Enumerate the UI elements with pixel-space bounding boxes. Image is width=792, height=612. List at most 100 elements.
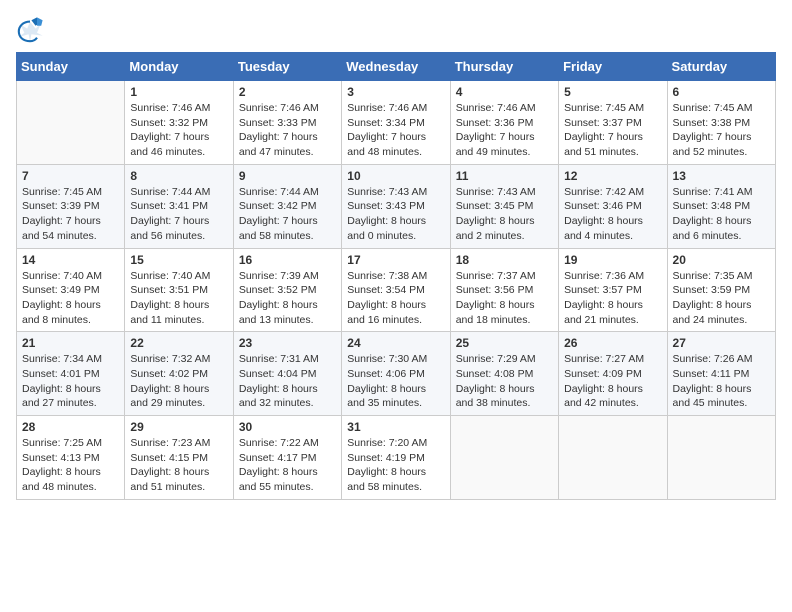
day-number: 29 [130, 420, 227, 434]
calendar-week-4: 28Sunrise: 7:25 AMSunset: 4:13 PMDayligh… [17, 416, 776, 500]
calendar-cell [559, 416, 667, 500]
day-number: 27 [673, 336, 770, 350]
day-number: 26 [564, 336, 661, 350]
day-number: 1 [130, 85, 227, 99]
calendar-cell: 28Sunrise: 7:25 AMSunset: 4:13 PMDayligh… [17, 416, 125, 500]
header-wednesday: Wednesday [342, 53, 450, 81]
header-tuesday: Tuesday [233, 53, 341, 81]
day-number: 14 [22, 253, 119, 267]
day-info: Sunrise: 7:40 AMSunset: 3:49 PMDaylight:… [22, 269, 119, 328]
calendar-cell: 25 Sunrise: 7:29 AMSunset: 4:08 PMDayligh… [450, 332, 558, 416]
day-number: 23 [239, 336, 336, 350]
day-info: Sunrise: 7:44 AMSunset: 3:42 PMDaylight:… [239, 185, 336, 244]
calendar-cell: 10Sunrise: 7:43 AMSunset: 3:43 PMDayligh… [342, 164, 450, 248]
calendar-cell: 3 Sunrise: 7:46 AMSunset: 3:34 PMDaylight… [342, 81, 450, 165]
calendar-header-row: SundayMondayTuesdayWednesdayThursdayFrid… [17, 53, 776, 81]
day-number: 28 [22, 420, 119, 434]
day-info: Sunrise: 7:35 AMSunset: 3:59 PMDaylight:… [673, 269, 770, 328]
day-number: 30 [239, 420, 336, 434]
calendar-cell [450, 416, 558, 500]
calendar-week-2: 14 Sunrise: 7:40 AMSunset: 3:49 PMDayligh… [17, 248, 776, 332]
calendar-cell: 23 Sunrise: 7:31 AMSunset: 4:04 PMDayligh… [233, 332, 341, 416]
calendar-cell: 19 Sunrise: 7:36 AMSunset: 3:57 PMDayligh… [559, 248, 667, 332]
day-info: Sunrise: 7:34 AMSunset: 4:01 PMDaylight:… [22, 352, 119, 411]
calendar-cell: 21 Sunrise: 7:34 AMSunset: 4:01 PMDayligh… [17, 332, 125, 416]
day-number: 15 [130, 253, 227, 267]
day-number: 18 [456, 253, 553, 267]
logo-icon [16, 16, 44, 44]
day-number: 21 [22, 336, 119, 350]
day-number: 13 [673, 169, 770, 183]
day-info: Sunrise: 7:42 AMSunset: 3:46 PMDaylight:… [564, 185, 661, 244]
day-info: Sunrise: 7:43 AMSunset: 3:45 PMDaylight:… [456, 185, 553, 244]
day-info: Sunrise: 7:31 AMSunset: 4:04 PMDaylight:… [239, 352, 336, 411]
calendar-cell: 1Sunrise: 7:46 AMSunset: 3:32 PMDaylight… [125, 81, 233, 165]
day-number: 7 [22, 169, 119, 183]
day-info: Sunrise: 7:32 AMSunset: 4:02 PMDaylight:… [130, 352, 227, 411]
day-info: Sunrise: 7:37 AMSunset: 3:56 PMDaylight:… [456, 269, 553, 328]
day-number: 2 [239, 85, 336, 99]
calendar-cell: 17Sunrise: 7:38 AMSunset: 3:54 PMDayligh… [342, 248, 450, 332]
header-thursday: Thursday [450, 53, 558, 81]
calendar-body: 1Sunrise: 7:46 AMSunset: 3:32 PMDaylight… [17, 81, 776, 500]
day-info: Sunrise: 7:46 AMSunset: 3:34 PMDaylight:… [347, 101, 444, 160]
calendar-cell [17, 81, 125, 165]
day-number: 8 [130, 169, 227, 183]
calendar-cell: 16Sunrise: 7:39 AMSunset: 3:52 PMDayligh… [233, 248, 341, 332]
day-number: 12 [564, 169, 661, 183]
day-number: 11 [456, 169, 553, 183]
calendar-week-0: 1Sunrise: 7:46 AMSunset: 3:32 PMDaylight… [17, 81, 776, 165]
day-info: Sunrise: 7:41 AMSunset: 3:48 PMDaylight:… [673, 185, 770, 244]
calendar-cell: 9 Sunrise: 7:44 AMSunset: 3:42 PMDaylight… [233, 164, 341, 248]
day-number: 24 [347, 336, 444, 350]
header-sunday: Sunday [17, 53, 125, 81]
calendar-week-1: 7 Sunrise: 7:45 AMSunset: 3:39 PMDaylight… [17, 164, 776, 248]
day-number: 22 [130, 336, 227, 350]
day-number: 9 [239, 169, 336, 183]
calendar-cell: 27 Sunrise: 7:26 AMSunset: 4:11 PMDayligh… [667, 332, 775, 416]
calendar-cell: 31Sunrise: 7:20 AMSunset: 4:19 PMDayligh… [342, 416, 450, 500]
day-info: Sunrise: 7:36 AMSunset: 3:57 PMDaylight:… [564, 269, 661, 328]
calendar-header: SundayMondayTuesdayWednesdayThursdayFrid… [17, 53, 776, 81]
calendar-cell: 18 Sunrise: 7:37 AMSunset: 3:56 PMDayligh… [450, 248, 558, 332]
day-info: Sunrise: 7:39 AMSunset: 3:52 PMDaylight:… [239, 269, 336, 328]
calendar-cell: 22 Sunrise: 7:32 AMSunset: 4:02 PMDayligh… [125, 332, 233, 416]
day-info: Sunrise: 7:43 AMSunset: 3:43 PMDaylight:… [347, 185, 444, 244]
day-info: Sunrise: 7:22 AMSunset: 4:17 PMDaylight:… [239, 436, 336, 495]
calendar-cell: 26 Sunrise: 7:27 AMSunset: 4:09 PMDayligh… [559, 332, 667, 416]
calendar-cell: 5 Sunrise: 7:45 AMSunset: 3:37 PMDaylight… [559, 81, 667, 165]
day-info: Sunrise: 7:46 AMSunset: 3:36 PMDaylight:… [456, 101, 553, 160]
day-info: Sunrise: 7:38 AMSunset: 3:54 PMDaylight:… [347, 269, 444, 328]
day-info: Sunrise: 7:30 AMSunset: 4:06 PMDaylight:… [347, 352, 444, 411]
calendar-cell: 24 Sunrise: 7:30 AMSunset: 4:06 PMDayligh… [342, 332, 450, 416]
day-info: Sunrise: 7:27 AMSunset: 4:09 PMDaylight:… [564, 352, 661, 411]
day-info: Sunrise: 7:45 AMSunset: 3:39 PMDaylight:… [22, 185, 119, 244]
day-number: 19 [564, 253, 661, 267]
day-info: Sunrise: 7:44 AMSunset: 3:41 PMDaylight:… [130, 185, 227, 244]
header-monday: Monday [125, 53, 233, 81]
logo [16, 16, 48, 44]
day-info: Sunrise: 7:46 AMSunset: 3:33 PMDaylight:… [239, 101, 336, 160]
day-info: Sunrise: 7:23 AMSunset: 4:15 PMDaylight:… [130, 436, 227, 495]
day-info: Sunrise: 7:29 AMSunset: 4:08 PMDaylight:… [456, 352, 553, 411]
calendar-cell: 6 Sunrise: 7:45 AMSunset: 3:38 PMDaylight… [667, 81, 775, 165]
calendar-cell: 2 Sunrise: 7:46 AMSunset: 3:33 PMDaylight… [233, 81, 341, 165]
calendar-cell: 11 Sunrise: 7:43 AMSunset: 3:45 PMDayligh… [450, 164, 558, 248]
calendar-week-3: 21 Sunrise: 7:34 AMSunset: 4:01 PMDayligh… [17, 332, 776, 416]
calendar-cell: 29 Sunrise: 7:23 AMSunset: 4:15 PMDayligh… [125, 416, 233, 500]
page-header [16, 16, 776, 44]
header-saturday: Saturday [667, 53, 775, 81]
calendar-cell: 14 Sunrise: 7:40 AMSunset: 3:49 PMDayligh… [17, 248, 125, 332]
day-info: Sunrise: 7:45 AMSunset: 3:37 PMDaylight:… [564, 101, 661, 160]
day-number: 20 [673, 253, 770, 267]
calendar-cell: 13 Sunrise: 7:41 AMSunset: 3:48 PMDayligh… [667, 164, 775, 248]
day-info: Sunrise: 7:26 AMSunset: 4:11 PMDaylight:… [673, 352, 770, 411]
day-number: 3 [347, 85, 444, 99]
day-number: 5 [564, 85, 661, 99]
header-friday: Friday [559, 53, 667, 81]
day-number: 6 [673, 85, 770, 99]
day-info: Sunrise: 7:45 AMSunset: 3:38 PMDaylight:… [673, 101, 770, 160]
calendar-cell: 30 Sunrise: 7:22 AMSunset: 4:17 PMDayligh… [233, 416, 341, 500]
day-number: 25 [456, 336, 553, 350]
day-info: Sunrise: 7:20 AMSunset: 4:19 PMDaylight:… [347, 436, 444, 495]
